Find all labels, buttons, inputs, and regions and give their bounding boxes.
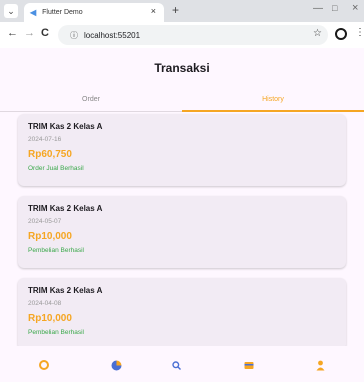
transaction-status: Pembelian Berhasil xyxy=(28,329,85,336)
url-input[interactable]: ⓘ localhost:55201 ☆ xyxy=(58,25,328,45)
search-icon[interactable] xyxy=(169,358,183,372)
bookmark-star-icon[interactable]: ☆ xyxy=(313,28,322,39)
tab-title: Flutter Demo xyxy=(42,9,83,16)
transaction-price: Rp10,000 xyxy=(28,231,72,242)
transaction-title: TRIM Kas 2 Kelas A xyxy=(28,286,103,295)
tab-close-icon[interactable]: × xyxy=(151,6,156,16)
tab-history[interactable]: History xyxy=(182,88,364,111)
transaction-date: 2024-05-07 xyxy=(28,218,62,225)
browser-tab-bar: ⌄ ◀ Flutter Demo × + — □ × xyxy=(0,0,364,22)
page-title: Transaksi xyxy=(0,48,364,88)
wallet-icon[interactable] xyxy=(242,358,256,372)
window-close-button[interactable]: × xyxy=(352,2,358,14)
tab-bar: Order History xyxy=(0,88,364,112)
transaction-status: Pembelian Berhasil xyxy=(28,247,85,254)
transaction-list[interactable]: TRIM Kas 2 Kelas A 2024-07-16 Rp60,750 O… xyxy=(0,112,364,346)
reload-icon[interactable]: C xyxy=(41,27,49,39)
chart-icon[interactable] xyxy=(109,358,123,372)
site-info-icon[interactable]: ⓘ xyxy=(70,30,78,41)
browser-address-bar: ← → C ⓘ localhost:55201 ☆ ⋮ xyxy=(0,22,364,48)
url-text: localhost:55201 xyxy=(84,30,141,40)
browser-profile-icon[interactable] xyxy=(335,28,347,40)
window-maximize-button[interactable]: □ xyxy=(332,3,337,13)
forward-icon[interactable]: → xyxy=(24,27,35,39)
transaction-title: TRIM Kas 2 Kelas A xyxy=(28,204,103,213)
transaction-card[interactable]: TRIM Kas 2 Kelas A 2024-05-07 Rp10,000 P… xyxy=(18,196,346,268)
browser-menu-icon[interactable]: ⋮ xyxy=(355,27,364,38)
transaction-price: Rp60,750 xyxy=(28,149,72,160)
transaction-date: 2024-04-08 xyxy=(28,300,62,307)
browser-tab[interactable]: ◀ Flutter Demo × xyxy=(24,3,164,22)
tab-order[interactable]: Order xyxy=(0,88,182,111)
profile-icon[interactable] xyxy=(313,358,327,372)
transaction-date: 2024-07-16 xyxy=(28,136,62,143)
home-icon[interactable] xyxy=(37,358,51,372)
transaction-price: Rp10,000 xyxy=(28,313,72,324)
back-icon[interactable]: ← xyxy=(7,27,18,39)
transaction-card[interactable]: TRIM Kas 2 Kelas A 2024-07-16 Rp60,750 O… xyxy=(18,114,346,186)
new-tab-button[interactable]: + xyxy=(172,3,179,17)
window-minimize-button[interactable]: — xyxy=(313,3,323,14)
tab-search-menu-icon[interactable]: ⌄ xyxy=(4,4,18,18)
flutter-icon: ◀ xyxy=(30,8,37,17)
flutter-app: Transaksi Order History TRIM Kas 2 Kelas… xyxy=(0,48,364,382)
transaction-card[interactable]: TRIM Kas 2 Kelas A 2024-04-08 Rp10,000 P… xyxy=(18,278,346,346)
transaction-title: TRIM Kas 2 Kelas A xyxy=(28,122,103,131)
bottom-navigation xyxy=(0,346,364,382)
transaction-status: Order Jual Berhasil xyxy=(28,165,84,172)
